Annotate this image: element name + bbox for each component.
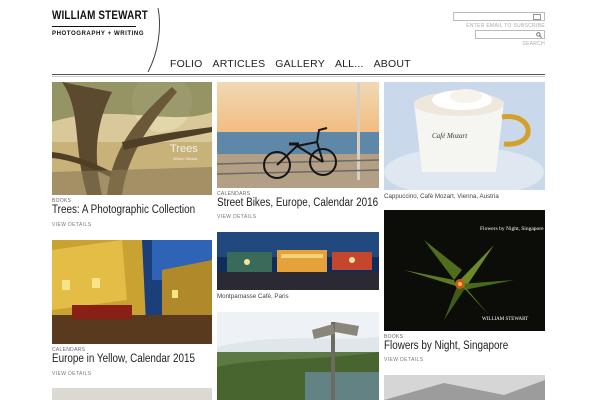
card-caption[interactable]: Montparnasse Café, Paris	[217, 293, 289, 300]
card-title[interactable]: Street Bikes, Europe, Calendar 2016	[217, 197, 378, 209]
card-image[interactable]	[217, 82, 379, 188]
card-overlay-title: Trees	[170, 143, 198, 155]
card-image[interactable]	[52, 240, 212, 344]
card-title[interactable]: Trees: A Photographic Collection	[52, 204, 195, 216]
card-image[interactable]: Trees William Stewart	[52, 82, 212, 195]
main-nav: FOLIO ARTICLES GALLERY ALL... ABOUT	[170, 58, 411, 70]
nav-gallery[interactable]: GALLERY	[275, 58, 325, 70]
header-divider	[52, 74, 545, 75]
view-details-link[interactable]: VIEW DETAILS	[217, 214, 256, 220]
search-form: SEARCH	[475, 30, 545, 47]
logo-divider	[52, 26, 136, 27]
subscribe-email-input[interactable]	[453, 12, 545, 21]
logo-swoosh-icon	[147, 8, 161, 72]
card-caption[interactable]: Cappuccino, Café Mozart, Vienna, Austria	[384, 193, 499, 200]
subscribe-caption: ENTER EMAIL TO SUBSCRIBE	[466, 23, 545, 29]
card-image[interactable]	[217, 312, 379, 400]
card-image[interactable]	[384, 375, 545, 400]
logo-name: WILLIAM STEWART	[52, 10, 148, 22]
card-image[interactable]	[217, 232, 379, 290]
nav-all[interactable]: ALL...	[335, 58, 364, 70]
search-input[interactable]	[475, 30, 545, 39]
card-flowers-night[interactable]: Flowers by Night, Singapore WILLIAM STEW…	[384, 210, 545, 370]
view-details-link[interactable]: VIEW DETAILS	[52, 222, 91, 228]
card-partial-left[interactable]	[52, 388, 212, 400]
search-caption: SEARCH	[522, 41, 545, 47]
mail-icon[interactable]	[533, 14, 541, 20]
card-title[interactable]: Flowers by Night, Singapore	[384, 340, 508, 352]
cup-text: Café Mozart	[432, 132, 468, 140]
card-overlay-author: William Stewart	[173, 157, 197, 161]
card-europe-yellow[interactable]: CALENDARS Europe in Yellow, Calendar 201…	[52, 240, 212, 380]
subscribe-form: ENTER EMAIL TO SUBSCRIBE	[453, 12, 545, 29]
nav-articles[interactable]: ARTICLES	[213, 58, 266, 70]
card-image[interactable]: Flowers by Night, Singapore WILLIAM STEW…	[384, 210, 545, 331]
logo-tagline: PHOTOGRAPHY + WRITING	[52, 30, 145, 37]
card-overlay-author: WILLIAM STEWART	[482, 317, 528, 322]
view-details-link[interactable]: VIEW DETAILS	[52, 371, 91, 377]
nav-folio[interactable]: FOLIO	[170, 58, 203, 70]
card-trees[interactable]: Trees William Stewart BOOKS Trees: A Pho…	[52, 82, 212, 232]
header-divider-light	[52, 76, 545, 77]
nav-about[interactable]: ABOUT	[374, 58, 411, 70]
site-logo[interactable]: WILLIAM STEWART PHOTOGRAPHY + WRITING	[52, 10, 148, 37]
search-icon[interactable]	[536, 32, 542, 38]
card-image[interactable]: Café Mozart	[384, 82, 545, 190]
card-image[interactable]	[52, 388, 212, 400]
view-details-link[interactable]: VIEW DETAILS	[384, 357, 423, 363]
card-street-bikes[interactable]: CALENDARS Street Bikes, Europe, Calendar…	[217, 82, 379, 222]
card-overlay-title: Flowers by Night, Singapore	[480, 226, 544, 232]
card-montparnasse[interactable]: Montparnasse Café, Paris	[217, 232, 379, 307]
card-signpost[interactable]	[217, 312, 379, 400]
card-partial-right[interactable]	[384, 375, 545, 400]
card-title[interactable]: Europe in Yellow, Calendar 2015	[52, 353, 195, 365]
card-cappuccino[interactable]: Café Mozart Cappuccino, Café Mozart, Vie…	[384, 82, 545, 207]
